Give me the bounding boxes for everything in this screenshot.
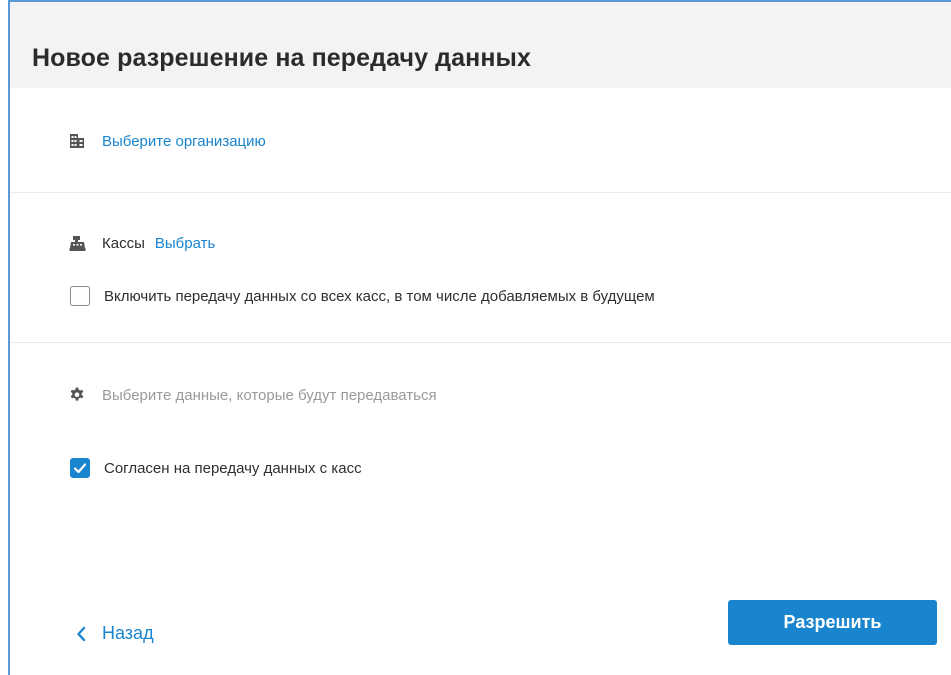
registers-label: Кассы [102,234,145,252]
permission-dialog: Новое разрешение на передачу данных Выбе… [8,0,951,675]
chevron-left-icon [76,626,86,642]
back-button[interactable]: Назад [76,623,154,644]
select-organization-link[interactable]: Выберите организацию [102,133,266,150]
allow-button[interactable]: Разрешить [728,600,937,645]
registers-row: Кассы Выбрать [68,234,215,252]
select-registers-link[interactable]: Выбрать [155,235,215,252]
back-label: Назад [102,623,154,643]
checkmark-icon [73,463,87,474]
consent-checkbox[interactable] [70,458,90,478]
dialog-header: Новое разрешение на передачу данных [10,2,951,88]
consent-option[interactable]: Согласен на передачу данных с касс [70,458,362,478]
data-selection-row[interactable]: Выберите данные, которые будут передават… [68,386,437,404]
data-selection-placeholder: Выберите данные, которые будут передават… [102,386,437,404]
consent-label: Согласен на передачу данных с касс [104,459,362,477]
include-all-registers-option[interactable]: Включить передачу данных со всех касс, в… [70,286,655,306]
divider [10,342,951,343]
gear-icon [68,386,86,404]
divider [10,192,951,193]
building-icon [68,132,86,150]
organization-row: Выберите организацию [68,132,266,150]
include-all-registers-checkbox[interactable] [70,286,90,306]
dialog-title: Новое разрешение на передачу данных [32,44,531,72]
include-all-registers-label: Включить передачу данных со всех касс, в… [104,287,655,305]
cash-register-icon [68,234,86,252]
